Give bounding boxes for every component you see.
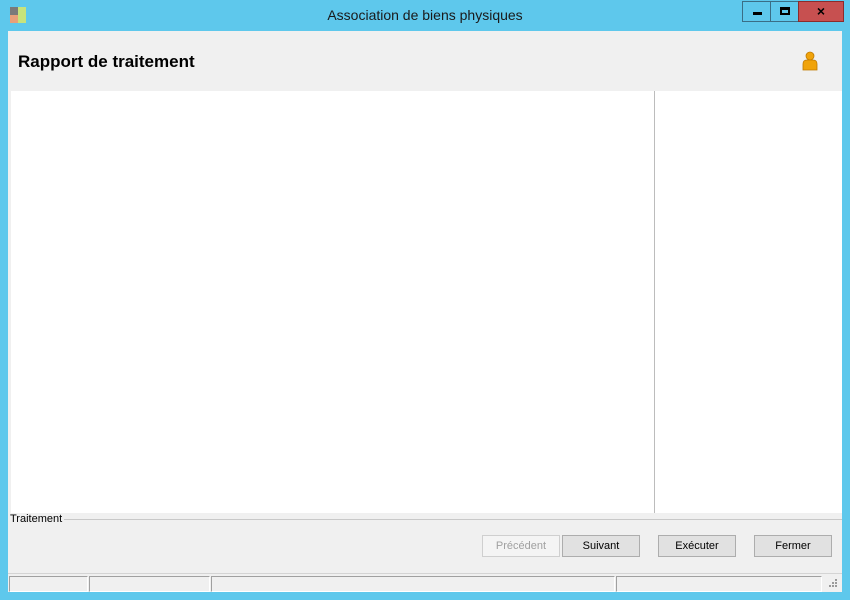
title-bar[interactable]: Association de biens physiques × <box>0 0 850 31</box>
maximize-button[interactable] <box>770 1 799 22</box>
minimize-icon <box>753 12 762 15</box>
group-label: Traitement <box>10 513 63 525</box>
next-button[interactable]: Suivant <box>562 535 640 557</box>
close-icon: × <box>816 3 826 19</box>
report-side-panel[interactable] <box>655 91 842 513</box>
status-bar <box>8 573 842 592</box>
wizard-header: Rapport de traitement <box>8 31 842 91</box>
maximize-icon <box>780 7 790 15</box>
status-panel <box>9 576 88 592</box>
close-window-button[interactable]: × <box>798 1 844 22</box>
minimize-button[interactable] <box>742 1 771 22</box>
execute-button[interactable]: Exécuter <box>658 535 736 557</box>
status-panel <box>211 576 615 592</box>
close-button[interactable]: Fermer <box>754 535 832 557</box>
application-window: Association de biens physiques × Rapport… <box>0 0 850 600</box>
window-title: Association de biens physiques <box>327 7 523 23</box>
status-panel <box>616 576 822 592</box>
previous-button[interactable]: Précédent <box>482 535 560 557</box>
group-divider <box>64 519 842 520</box>
user-icon <box>802 51 818 71</box>
status-panel <box>89 576 210 592</box>
client-area: Rapport de traitement Traitement Précéde… <box>8 31 842 592</box>
page-title: Rapport de traitement <box>18 52 195 71</box>
resize-grip-icon[interactable] <box>826 578 838 590</box>
report-content-panel[interactable] <box>11 91 654 513</box>
